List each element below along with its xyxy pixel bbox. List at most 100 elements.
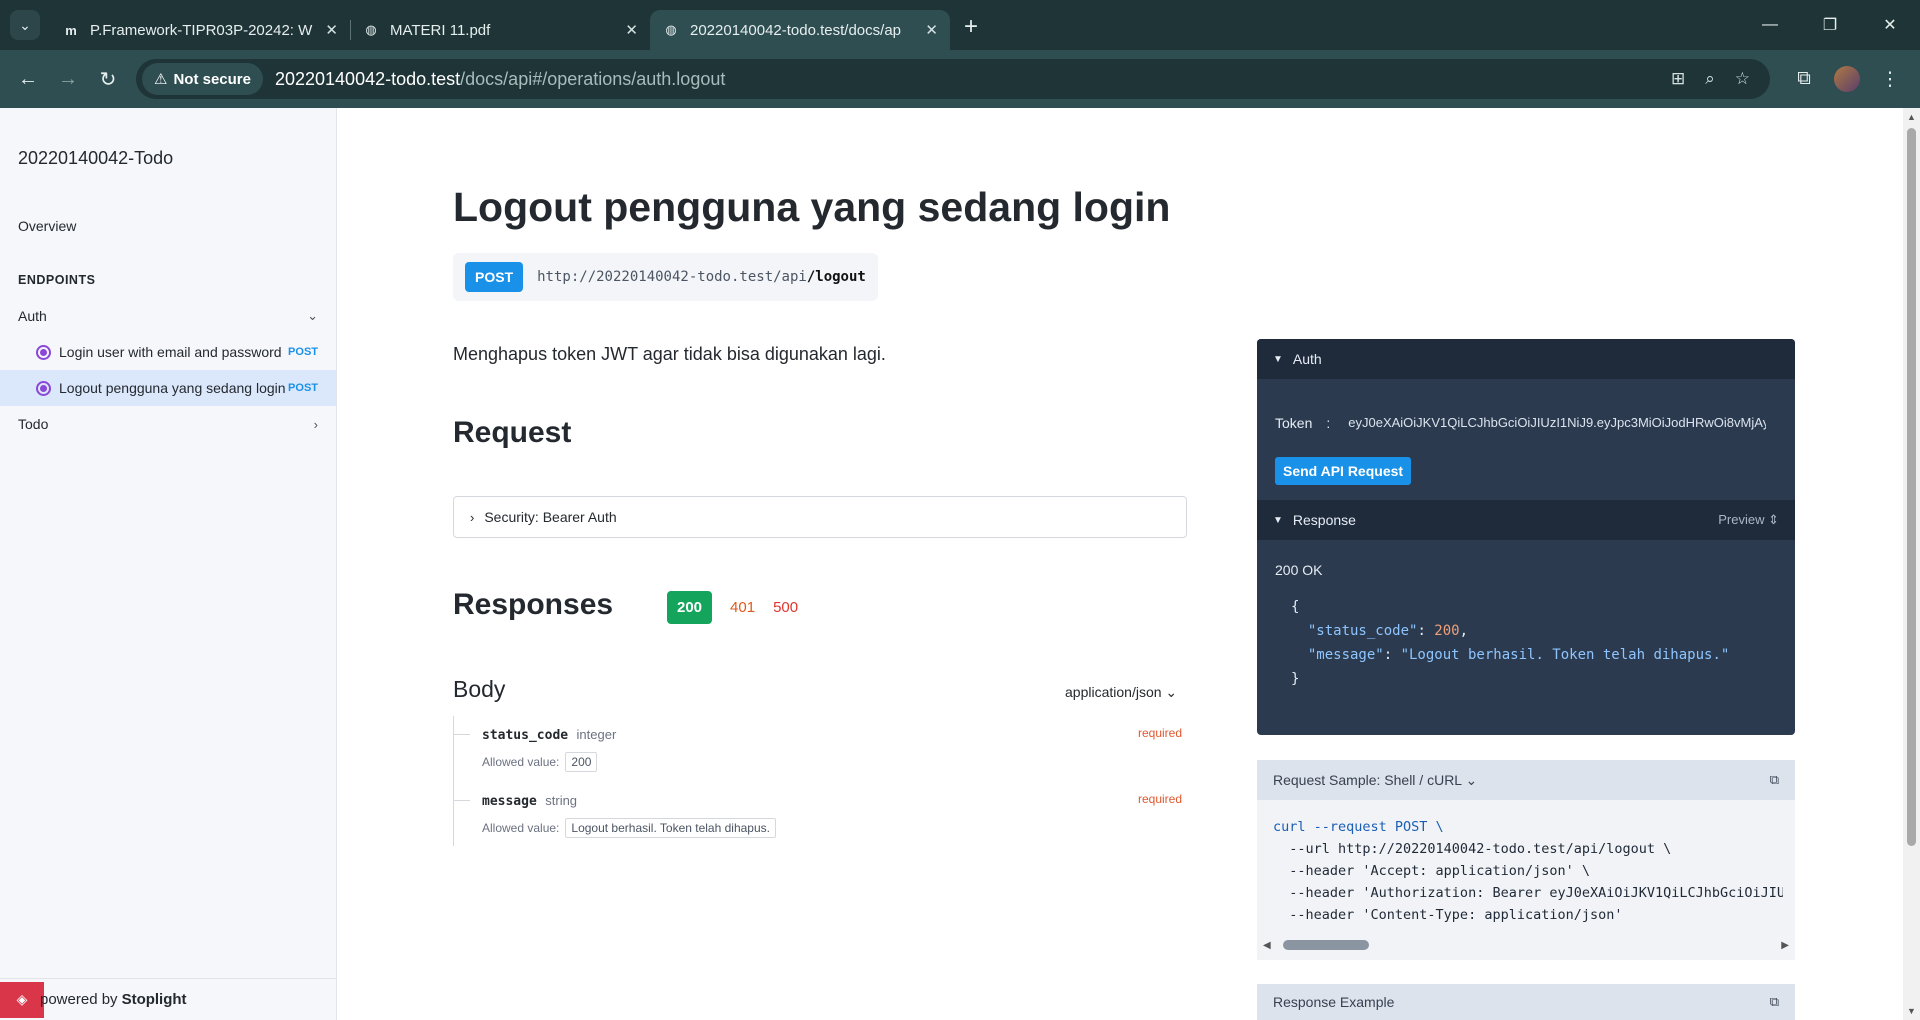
- url-host: 20220140042-todo.test: [274, 68, 461, 89]
- scroll-down-icon[interactable]: ▼: [1907, 1006, 1916, 1016]
- url-path: /docs/api#/operations/auth.logout: [460, 68, 726, 89]
- close-window-icon[interactable]: ✕: [1860, 15, 1920, 35]
- json-value: "Logout berhasil. Token telah dihapus.": [1400, 647, 1730, 663]
- tab-strip: ⌄ m P.Framework-TIPR03P-20242: W ✕ ◍ MAT…: [0, 0, 1920, 50]
- response-example-header: Response Example ⧉: [1257, 984, 1795, 1020]
- field-name: status_code: [482, 728, 569, 743]
- minimize-icon[interactable]: —: [1740, 16, 1800, 34]
- response-status: 200 OK: [1275, 562, 1323, 578]
- sidebar-item-overview[interactable]: Overview: [0, 208, 336, 244]
- token-row: Token : eyJ0eXAiOiJKV1QiLCJhbGciOiJIUzI1…: [1275, 415, 1766, 431]
- url-text[interactable]: 20220140042-todo.test/docs/api#/operatio…: [275, 69, 725, 90]
- required-label: required: [1137, 792, 1182, 806]
- bookmark-star-icon[interactable]: ☆: [1735, 69, 1750, 89]
- triangle-down-icon: ▼: [1273, 514, 1283, 526]
- back-arrow-icon[interactable]: ←: [10, 61, 46, 97]
- address-bar[interactable]: ⚠ Not secure 20220140042-todo.test/docs/…: [136, 59, 1770, 99]
- send-api-request-button[interactable]: Send API Request: [1275, 457, 1412, 485]
- sidebar: 20220140042-Todo Overview ENDPOINTS Auth…: [0, 108, 337, 1020]
- allowed-label: Allowed value:: [482, 821, 560, 835]
- allowed-value: Logout berhasil. Token telah dihapus.: [565, 818, 776, 838]
- preview-label: Preview: [1718, 512, 1765, 527]
- powered-prefix: powered by: [40, 991, 118, 1008]
- sidebar-group-auth[interactable]: Auth ⌄: [0, 298, 336, 334]
- browser-tab-1[interactable]: m P.Framework-TIPR03P-20242: W ✕: [50, 10, 350, 50]
- endpoint-description: Menghapus token JWT agar tidak bisa digu…: [453, 344, 886, 364]
- page-title: Logout pengguna yang sedang login: [453, 184, 1171, 230]
- allowed-value: 200: [565, 752, 598, 772]
- menu-kebab-icon[interactable]: ⋮: [1870, 68, 1910, 91]
- tab-response-200[interactable]: 200: [667, 591, 713, 624]
- security-chip[interactable]: ⚠ Not secure: [142, 63, 263, 95]
- main-content: Logout pengguna yang sedang login POST h…: [337, 108, 1903, 1020]
- json-value: 200: [1434, 623, 1460, 639]
- tab-response-401[interactable]: 401: [730, 599, 755, 616]
- powered-by-footer[interactable]: ◈ powered by Stoplight: [0, 978, 336, 1020]
- scroll-left-icon[interactable]: ◀: [1263, 940, 1271, 951]
- sidebar-group-todo[interactable]: Todo ›: [0, 406, 336, 442]
- request-sample-header: Request Sample: Shell / cURL ⌄ ⧉: [1257, 760, 1795, 800]
- extensions-icon[interactable]: ⧉: [1784, 68, 1824, 90]
- response-heading: Response: [1292, 512, 1356, 528]
- security-accordion[interactable]: › Security: Bearer Auth: [453, 496, 1187, 538]
- browser-tab-3-active[interactable]: ◍ 20220140042-todo.test/docs/ap ✕: [650, 10, 950, 50]
- security-label: Security: Bearer Auth: [484, 509, 617, 525]
- powered-brand: Stoplight: [121, 991, 187, 1008]
- browser-tab-2[interactable]: ◍ MATERI 11.pdf ✕: [350, 10, 650, 50]
- globe-icon: ◍: [365, 22, 377, 37]
- response-section-header[interactable]: ▼ Response Preview ⇕: [1257, 500, 1795, 540]
- profile-avatar[interactable]: [1834, 66, 1860, 92]
- scrollbar-thumb[interactable]: [1907, 128, 1916, 846]
- sidebar-item-label: Overview: [18, 218, 77, 234]
- horizontal-scrollbar[interactable]: ◀ ▶: [1263, 938, 1789, 952]
- forward-arrow-icon[interactable]: →: [50, 61, 86, 97]
- tab-response-500[interactable]: 500: [773, 599, 798, 616]
- copy-icon[interactable]: ⧉: [1770, 994, 1779, 1010]
- sidebar-heading-endpoints: ENDPOINTS: [0, 262, 336, 298]
- response-code-tabs: 200 401 500: [667, 591, 798, 624]
- vertical-scrollbar[interactable]: ▲ ▼: [1903, 108, 1920, 1020]
- sidebar-item-logout-active[interactable]: Logout pengguna yang sedang login POST: [0, 370, 336, 406]
- required-label: required: [1137, 726, 1182, 740]
- sidebar-item-login[interactable]: Login user with email and password POST: [0, 334, 336, 370]
- token-input[interactable]: eyJ0eXAiOiJKV1QiLCJhbGciOiJIUzI1NiJ9.eyJ…: [1348, 415, 1766, 431]
- field-type: integer: [576, 727, 617, 742]
- sidebar-group-label: Auth: [18, 308, 47, 324]
- code-line: --url http://20220140042-todo.test/api/l…: [1273, 841, 1672, 857]
- scroll-right-icon[interactable]: ▶: [1781, 940, 1789, 951]
- sidebar-item-label: Logout pengguna yang sedang login: [59, 380, 286, 396]
- auth-heading: Auth: [1292, 351, 1322, 367]
- chevron-down-icon: ⌄: [19, 16, 31, 33]
- tab-title: P.Framework-TIPR03P-20242: W: [90, 21, 313, 39]
- scrollbar-thumb[interactable]: [1283, 940, 1369, 950]
- new-tab-icon[interactable]: +: [964, 13, 978, 41]
- request-heading: Request: [453, 416, 572, 449]
- project-title[interactable]: 20220140042-Todo: [18, 148, 173, 169]
- allowed-values: Allowed value: Logout berhasil. Token te…: [482, 818, 1182, 838]
- sort-icon: ⇕: [1768, 512, 1779, 527]
- language-select[interactable]: Request Sample: Shell / cURL ⌄: [1273, 772, 1477, 789]
- content-type-select[interactable]: application/json ⌄: [1065, 684, 1177, 701]
- method-badge: POST: [288, 346, 318, 358]
- reload-icon[interactable]: ↻: [90, 61, 126, 97]
- translate-icon[interactable]: ⊞: [1671, 69, 1685, 89]
- endpoint-icon: [36, 380, 51, 396]
- preview-select[interactable]: Preview ⇕: [1718, 512, 1779, 528]
- response-example-heading: Response Example: [1273, 994, 1395, 1010]
- endpoint-url-path: /logout: [806, 269, 866, 285]
- request-sample: Request Sample: Shell / cURL ⌄ ⧉ curl --…: [1257, 760, 1795, 960]
- close-icon[interactable]: ✕: [325, 21, 338, 39]
- token-label: Token: [1275, 415, 1313, 431]
- close-icon[interactable]: ✕: [925, 21, 938, 39]
- scroll-up-icon[interactable]: ▲: [1907, 112, 1916, 122]
- responses-heading: Responses: [453, 588, 614, 621]
- curl-code: curl --request POST \ --url http://20220…: [1273, 816, 1783, 926]
- close-icon[interactable]: ✕: [625, 21, 638, 39]
- restore-icon[interactable]: ❐: [1800, 15, 1860, 35]
- zoom-icon[interactable]: ⌕: [1705, 69, 1715, 89]
- copy-icon[interactable]: ⧉: [1770, 772, 1779, 788]
- auth-section-header[interactable]: ▼ Auth: [1257, 339, 1795, 379]
- docs-page: 20220140042-Todo Overview ENDPOINTS Auth…: [0, 108, 1920, 1020]
- tab-search-button[interactable]: ⌄: [10, 10, 40, 40]
- response-json: { "status_code": 200, "message": "Logout…: [1291, 599, 1730, 687]
